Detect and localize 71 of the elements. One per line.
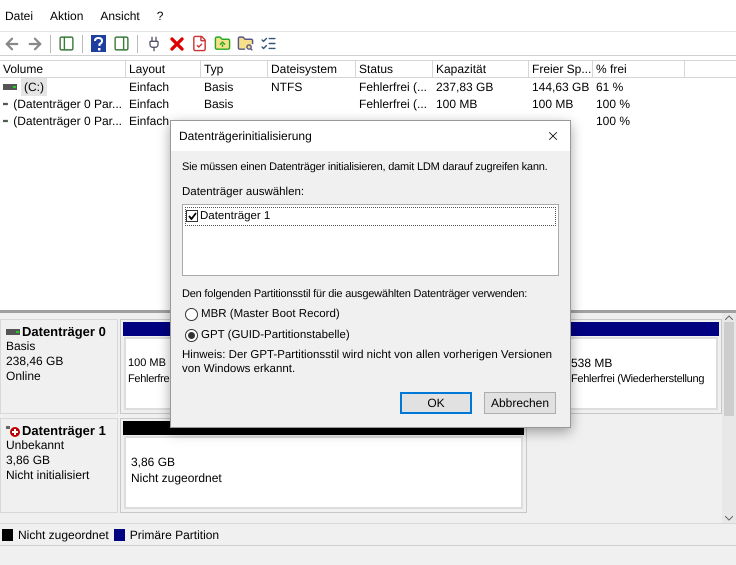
dialog-button[interactable]: OK <box>400 392 472 414</box>
radio-button[interactable] <box>185 308 198 322</box>
disk-status: Online <box>6 369 42 384</box>
column-header[interactable]: Kapazität <box>433 61 529 77</box>
column-header[interactable]: Layout <box>126 61 201 77</box>
disk-drive-icon <box>3 100 8 106</box>
menu-item[interactable]: ? <box>156 6 164 24</box>
partition-status: Nicht zugeordnet <box>131 470 223 486</box>
table-cell-text: Einfach <box>129 96 170 112</box>
column-header[interactable]: Status <box>356 61 433 77</box>
table-cell-text: 100 MB <box>532 96 574 112</box>
radio-button[interactable] <box>185 328 198 342</box>
column-header[interactable]: Dateisystem <box>268 61 356 77</box>
list-label: Datenträger auswählen: <box>182 184 306 200</box>
dialog-note: Hinweis: Der GPT-Partitionsstil wird nicht von allen vorherigen Versionen von Windows erkannt. <box>182 348 554 376</box>
table-cell-text: Basis <box>204 78 234 96</box>
table-cell-text: Einfach <box>129 78 170 96</box>
table-cell-text: Basis <box>204 96 234 112</box>
table-cell-text: 100 % <box>596 112 630 130</box>
disk-name: Datenträger 1 <box>22 423 106 438</box>
menu-item[interactable]: Datei <box>5 6 34 24</box>
disk-size: 238,46 GB <box>6 354 64 369</box>
partition-size: 3,86 GB <box>131 454 176 470</box>
drive-name[interactable]: (Datenträger 0 Par... <box>12 112 123 130</box>
disk-error-icon <box>6 424 20 436</box>
list-item-label[interactable]: Datenträger 1 <box>200 208 270 225</box>
legend-label: Primäre Partition <box>130 526 220 544</box>
disk-type: Unbekannt <box>6 438 66 453</box>
column-header[interactable]: Typ <box>201 61 268 77</box>
radio-label[interactable]: MBR (Master Boot Record) <box>201 306 340 324</box>
drive-name[interactable]: (C:) <box>21 78 47 96</box>
scroll-up-icon[interactable] <box>725 315 733 320</box>
disk-label-panel[interactable]: Datenträger 0 Basis 238,46 GB Online <box>0 319 118 414</box>
disk-drive-icon <box>6 328 20 334</box>
column-header[interactable]: % frei <box>593 61 685 77</box>
close-icon[interactable] <box>546 129 560 143</box>
menu-item[interactable]: Aktion <box>50 6 84 24</box>
checkbox[interactable] <box>186 210 198 222</box>
table-cell-text: 61 % <box>596 78 624 96</box>
radio-label[interactable]: GPT (GUID-Partitionstabelle) <box>201 326 350 344</box>
table-cell-text: 100 MB <box>436 96 478 112</box>
disk-size: 3,86 GB <box>6 453 52 468</box>
table-cell-text: NTFS <box>271 78 302 96</box>
disk-drive-icon <box>3 84 17 90</box>
dialog-button[interactable]: Abbrechen <box>484 392 556 414</box>
style-label: Den folgenden Partitionsstil für die ausgewählten Datenträger verwenden: <box>182 286 528 302</box>
disk-drive-icon <box>3 118 8 124</box>
table-cell-text: 237,83 GB <box>436 78 494 96</box>
column-header[interactable]: Volume <box>0 61 126 77</box>
disk-list[interactable]: Datenträger 1 <box>182 204 559 276</box>
column-header[interactable]: Freier Sp... <box>529 61 593 77</box>
table-cell-text: Einfach <box>129 112 170 130</box>
partition-size: 100 MB <box>128 356 167 371</box>
disk-type: Basis <box>6 339 36 354</box>
table-cell-text: 100 % <box>596 96 630 112</box>
disk-label-panel[interactable]: Datenträger 1 Unbekannt 3,86 GB Nicht initialisiert <box>0 418 118 513</box>
partition-size: 538 MB <box>571 355 614 371</box>
legend-label: Nicht zugeordnet <box>18 526 109 544</box>
menu-item[interactable]: Ansicht <box>100 6 140 24</box>
table-cell-text: Fehlerfrei (... <box>359 78 428 96</box>
partition-status: Fehlerfrei (Wiederherstellung <box>571 372 706 387</box>
scroll-down-icon[interactable] <box>725 516 733 521</box>
dialog-title: Datenträgerinitialisierung <box>179 128 312 145</box>
disk-status: Nicht initialisiert <box>6 468 90 483</box>
table-cell-text: Fehlerfrei (... <box>359 96 428 112</box>
table-cell-text: 144,63 GB <box>532 78 590 96</box>
drive-name[interactable]: (Datenträger 0 Par... <box>12 94 123 112</box>
scrollbar[interactable] <box>722 313 736 523</box>
disk-name: Datenträger 0 <box>22 324 106 339</box>
partition-status: Fehlerfre <box>128 372 170 387</box>
dialog-message: Sie müssen einen Datenträger initialisieren, damit LDM darauf zugreifen kann. <box>182 160 549 175</box>
